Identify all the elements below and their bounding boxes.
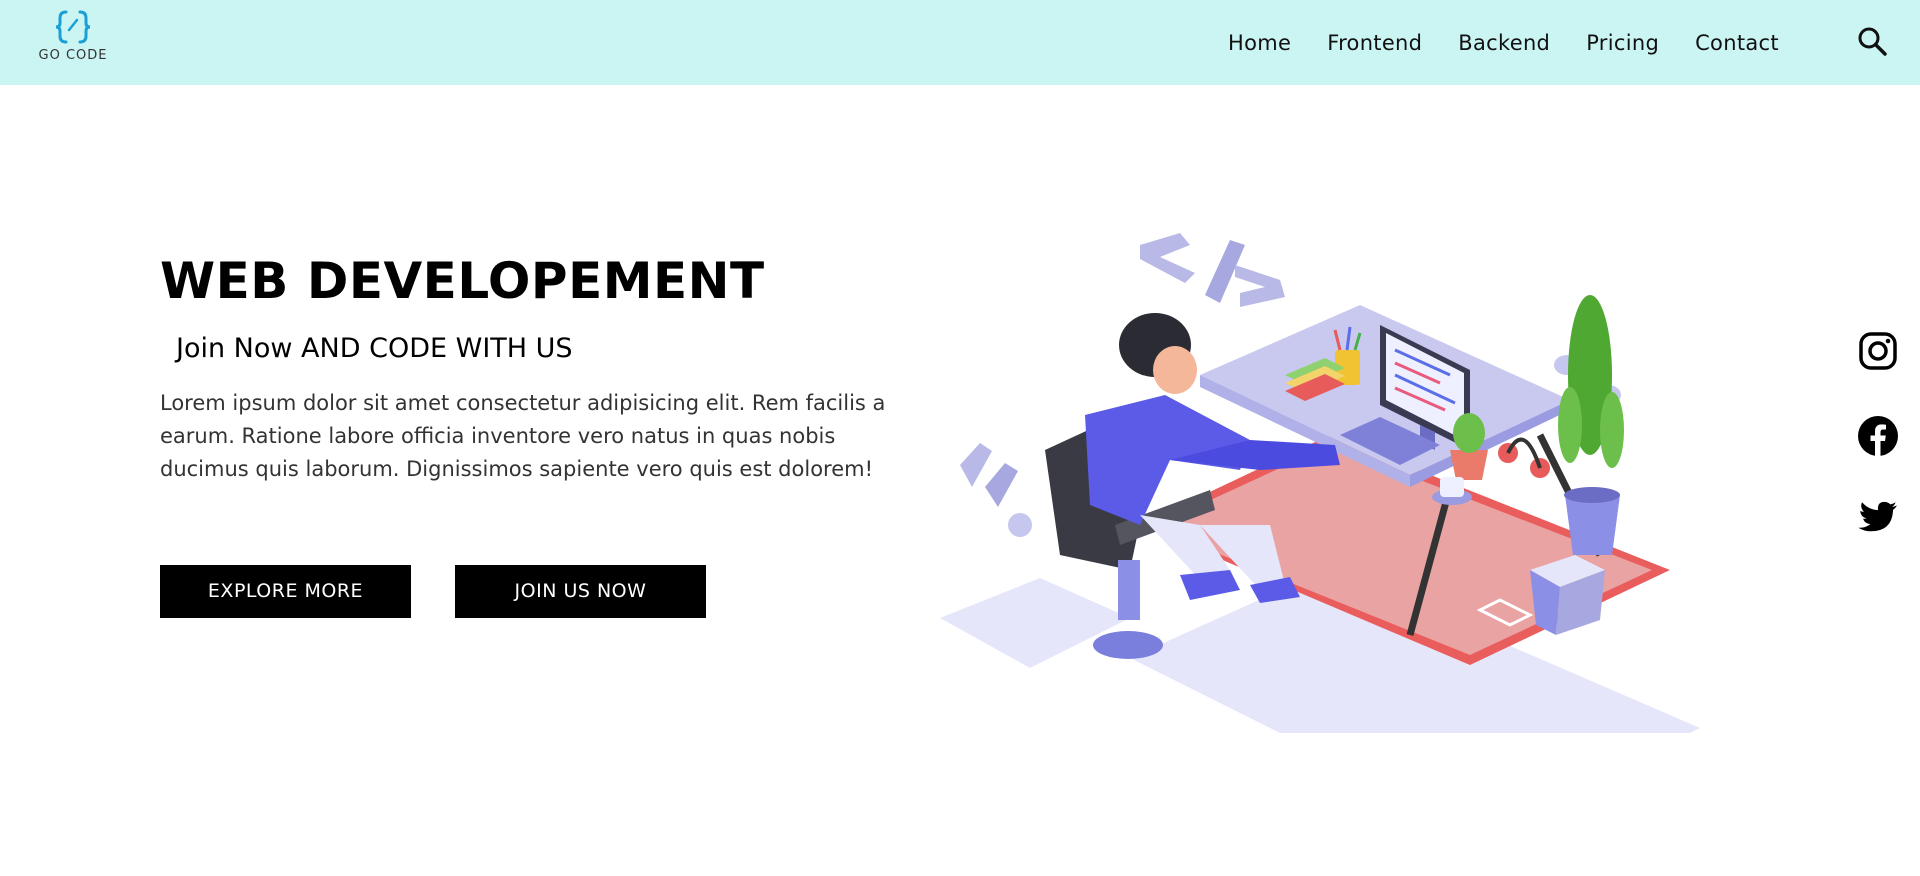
search-icon [1858, 27, 1887, 56]
nav-item-contact[interactable]: Contact [1677, 31, 1797, 55]
curly-braces-logo-icon [55, 10, 91, 44]
explore-more-button[interactable]: EXPLORE MORE [160, 565, 411, 618]
nav-item-backend[interactable]: Backend [1440, 31, 1568, 55]
nav-item-frontend[interactable]: Frontend [1309, 31, 1440, 55]
developer-at-desk-illustration [940, 233, 1700, 733]
twitter-icon [1858, 501, 1897, 532]
hero-description: Lorem ipsum dolor sit amet consectetur a… [160, 391, 886, 481]
facebook-link[interactable] [1857, 415, 1899, 457]
twitter-link[interactable] [1857, 497, 1899, 539]
main-nav: Home Frontend Backend Pricing Contact [1210, 0, 1797, 85]
hero-title: WEB DEVELOPEMENT [160, 252, 765, 310]
join-us-now-button[interactable]: JOIN US NOW [455, 565, 706, 618]
brand-logo[interactable]: GO CODE [28, 8, 118, 68]
hero-subtitle: Join Now AND CODE WITH US [176, 333, 573, 364]
search-button[interactable] [1855, 24, 1889, 58]
brand-name: GO CODE [38, 48, 108, 63]
top-navbar: GO CODE Home Frontend Backend Pricing Co… [0, 0, 1920, 85]
facebook-icon [1858, 416, 1898, 456]
nav-item-pricing[interactable]: Pricing [1568, 31, 1677, 55]
nav-item-home[interactable]: Home [1210, 31, 1309, 55]
instagram-icon [1859, 332, 1897, 370]
instagram-link[interactable] [1857, 330, 1899, 372]
